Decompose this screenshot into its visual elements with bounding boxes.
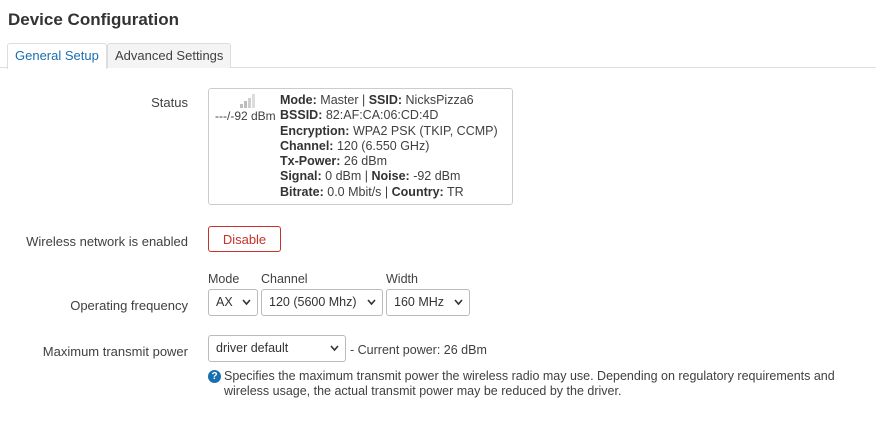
page-title: Device Configuration — [8, 10, 179, 29]
width-label: Width — [386, 272, 418, 286]
status-line-txpower: Tx-Power: 26 dBm — [280, 154, 388, 169]
transmit-power-select[interactable]: driver default — [208, 335, 346, 362]
help-text: Specifies the maximum transmit power the… — [224, 369, 835, 398]
signal-readout: ---/-92 dBm — [215, 109, 276, 123]
max-transmit-power-label: Maximum transmit power — [42, 344, 188, 359]
status-box: ---/-92 dBm Mode: Master | SSID: NicksPi… — [208, 88, 513, 205]
tab-bar: General Setup Advanced Settings — [0, 43, 876, 69]
chevron-down-icon — [454, 299, 463, 306]
mode-select-value: AX — [216, 295, 233, 309]
disable-button[interactable]: Disable — [208, 226, 281, 252]
status-line-bssid: BSSID: 82:AF:CA:06:CD:4D — [280, 108, 439, 123]
status-line-bitrate: Bitrate: 0.0 Mbit/s | Country: TR — [280, 184, 464, 199]
mode-label: Mode — [208, 272, 240, 286]
status-label: Status — [151, 95, 188, 110]
signal-strength-icon — [240, 94, 255, 108]
channel-label: Channel — [261, 272, 308, 286]
wireless-enabled-label: Wireless network is enabled — [26, 234, 188, 249]
status-line-mode: Mode: Master | SSID: NicksPizza6 — [280, 93, 474, 107]
status-line-encryption: Encryption: WPA2 PSK (TKIP, CCMP) — [280, 123, 498, 138]
chevron-down-icon — [367, 299, 376, 306]
width-select-value: 160 MHz — [394, 295, 445, 309]
chevron-down-icon — [242, 299, 251, 306]
width-select[interactable]: 160 MHz — [386, 289, 470, 316]
chevron-down-icon — [330, 345, 339, 352]
status-line-channel: Channel: 120 (6.550 GHz) — [280, 138, 430, 153]
channel-select-value: 120 (5600 Mhz) — [269, 295, 357, 309]
tab-advanced-settings[interactable]: Advanced Settings — [107, 43, 232, 68]
channel-select[interactable]: 120 (5600 Mhz) — [261, 289, 383, 316]
transmit-power-select-value: driver default — [216, 341, 289, 355]
tab-general-setup[interactable]: General Setup — [7, 43, 107, 69]
status-details: Mode: Master | SSID: NicksPizza6 BSSID: … — [280, 93, 498, 200]
help-icon: ? — [208, 370, 221, 383]
status-line-signal: Signal: 0 dBm | Noise: -92 dBm — [280, 169, 461, 184]
current-power-text: - Current power: 26 dBm — [350, 343, 487, 357]
operating-frequency-label: Operating frequency — [70, 298, 188, 313]
mode-select[interactable]: AX — [208, 289, 258, 316]
